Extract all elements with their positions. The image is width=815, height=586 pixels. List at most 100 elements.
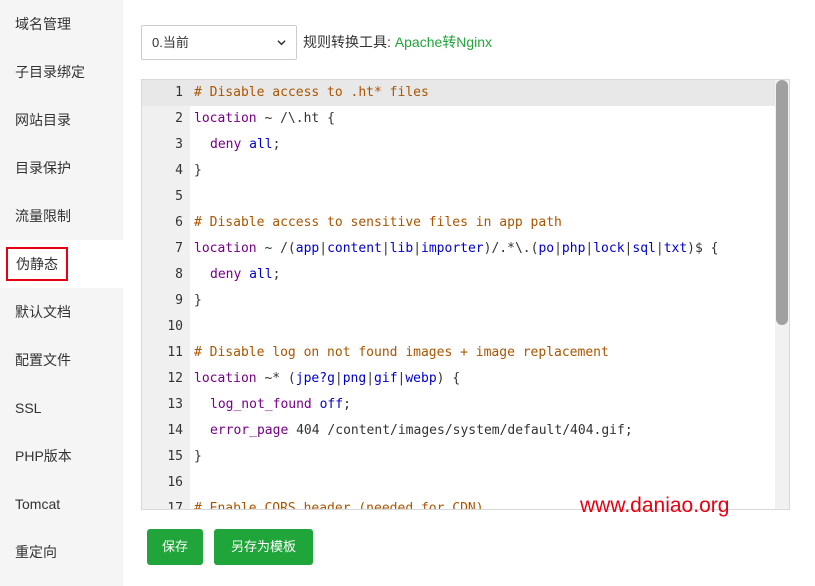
scrollbar-thumb[interactable]: [776, 80, 788, 325]
sidebar-item-config-file[interactable]: 配置文件: [0, 336, 123, 384]
sidebar-item-site-directory[interactable]: 网站目录: [0, 96, 123, 144]
line-number: 12: [167, 371, 183, 386]
sidebar-item-label: PHP版本: [15, 448, 72, 464]
sidebar-item-traffic-limit[interactable]: 流量限制: [0, 192, 123, 240]
code-line: 13 log_not_found off;: [142, 392, 789, 418]
code-text: # Enable CORS header (needed for CDN): [194, 496, 484, 510]
code-token: |: [319, 241, 328, 256]
save-button[interactable]: 保存: [147, 529, 203, 565]
sidebar-item-label: 网站目录: [15, 112, 71, 128]
line-number: 4: [175, 163, 183, 178]
code-line: 2 location ~ /\.ht {: [142, 106, 789, 132]
sidebar-item-redirect[interactable]: 重定向: [0, 528, 123, 576]
line-number: 1: [175, 85, 183, 100]
code-lines: 1 # Disable access to .ht* files 2 location…: [142, 80, 789, 510]
sidebar-item-label: 伪静态: [6, 247, 68, 281]
code-token: importer: [421, 241, 484, 256]
code-line: 12 location ~* (jpe?g|png|gif|webp) {: [142, 366, 789, 392]
code-token: po: [538, 241, 555, 256]
code-token: lib: [389, 241, 414, 256]
code-text: location ~ /\.ht {: [194, 106, 335, 132]
code-text: # Disable log on not found images + imag…: [194, 340, 609, 366]
code-token: # Disable access to .ht* files: [194, 85, 429, 100]
code-token: location: [194, 241, 257, 256]
code-token: }: [194, 293, 202, 308]
rule-convert-tool: 规则转换工具: Apache转Nginx: [303, 25, 492, 60]
line-number: 15: [167, 449, 183, 464]
line-number: 13: [167, 397, 183, 412]
line-number: 10: [167, 319, 183, 334]
code-line: 4}: [142, 158, 789, 184]
sidebar-item-rewrite[interactable]: 伪静态: [0, 240, 123, 288]
sidebar-item-subdir-binding[interactable]: 子目录绑定: [0, 48, 123, 96]
rule-convert-label: 规则转换工具:: [303, 34, 391, 50]
code-token: |: [334, 371, 343, 386]
code-token: txt: [663, 241, 688, 256]
code-text: deny all;: [194, 262, 280, 288]
code-token: deny: [210, 267, 242, 282]
code-text: # Disable access to .ht* files: [194, 80, 429, 106]
code-line: 11 # Disable log on not found images + im…: [142, 340, 789, 366]
code-line: 6 # Disable access to sensitive files in …: [142, 210, 789, 236]
sidebar-item-label: 域名管理: [15, 16, 71, 32]
code-token: ;: [343, 397, 351, 412]
sidebar-item-domain[interactable]: 域名管理: [0, 0, 123, 48]
code-text: }: [194, 158, 202, 184]
code-token: sql: [632, 241, 656, 256]
code-token: }: [194, 163, 202, 178]
code-token: )/.*\.(: [483, 241, 539, 256]
code-text: error_page 404 /content/images/system/de…: [194, 418, 633, 444]
sidebar-item-label: SSL: [15, 400, 42, 416]
sidebar: 域名管理 子目录绑定 网站目录 目录保护 流量限制 伪静态 默认文档 配置文件 …: [0, 0, 123, 586]
code-line: 16: [142, 470, 789, 496]
code-token: |: [381, 241, 390, 256]
save-as-template-button[interactable]: 另存为模板: [214, 529, 313, 565]
code-text: # Disable access to sensitive files in a…: [194, 210, 562, 236]
code-line: 7 location ~ /(app|content|lib|importer)/…: [142, 236, 789, 262]
code-token: # Disable log on not found images + imag…: [194, 345, 609, 360]
chevron-down-icon: [277, 40, 286, 46]
code-text: log_not_found off;: [194, 392, 351, 418]
line-number: 5: [175, 189, 183, 204]
line-number: 14: [167, 423, 183, 438]
code-token: log_not_found: [210, 397, 312, 412]
code-token: php: [561, 241, 586, 256]
code-token: content: [327, 241, 382, 256]
select-value: 0.当前: [152, 35, 189, 50]
line-number: 7: [175, 241, 183, 256]
code-text: }: [194, 288, 202, 314]
code-token: # Enable CORS header (needed for CDN): [194, 501, 484, 510]
code-token: png: [342, 371, 367, 386]
sidebar-item-directory-protection[interactable]: 目录保护: [0, 144, 123, 192]
sidebar-item-label: 子目录绑定: [15, 64, 85, 80]
code-token: webp: [405, 371, 437, 386]
code-token: ;: [272, 137, 281, 152]
line-number: 2: [175, 111, 183, 126]
code-token: gif: [374, 371, 398, 386]
code-token: off: [319, 397, 344, 412]
sidebar-item-tomcat[interactable]: Tomcat: [0, 480, 123, 528]
sidebar-item-label: 流量限制: [15, 208, 71, 224]
code-token: app: [295, 241, 320, 256]
vertical-scrollbar[interactable]: [775, 80, 789, 509]
apache-to-nginx-link[interactable]: Apache转Nginx: [395, 34, 492, 50]
code-text: location ~* (jpe?g|png|gif|webp) {: [194, 366, 460, 392]
code-line: 8 deny all;: [142, 262, 789, 288]
sidebar-item-label: Tomcat: [15, 496, 61, 512]
code-editor[interactable]: 1 # Disable access to .ht* files 2 location…: [141, 79, 790, 510]
code-token: location: [194, 371, 257, 386]
code-token: all: [249, 267, 273, 282]
code-line: 9}: [142, 288, 789, 314]
code-text: location ~ /(app|content|lib|importer)/.…: [194, 236, 718, 262]
sidebar-item-label: 配置文件: [15, 352, 71, 368]
code-token: )$ {: [687, 241, 719, 256]
rule-template-select[interactable]: 0.当前: [141, 25, 297, 60]
sidebar-item-label: 重定向: [15, 544, 57, 560]
sidebar-item-php-version[interactable]: PHP版本: [0, 432, 123, 480]
code-token: |: [655, 241, 664, 256]
sidebar-item-ssl[interactable]: SSL: [0, 384, 123, 432]
code-line: 5: [142, 184, 789, 210]
sidebar-item-default-document[interactable]: 默认文档: [0, 288, 123, 336]
